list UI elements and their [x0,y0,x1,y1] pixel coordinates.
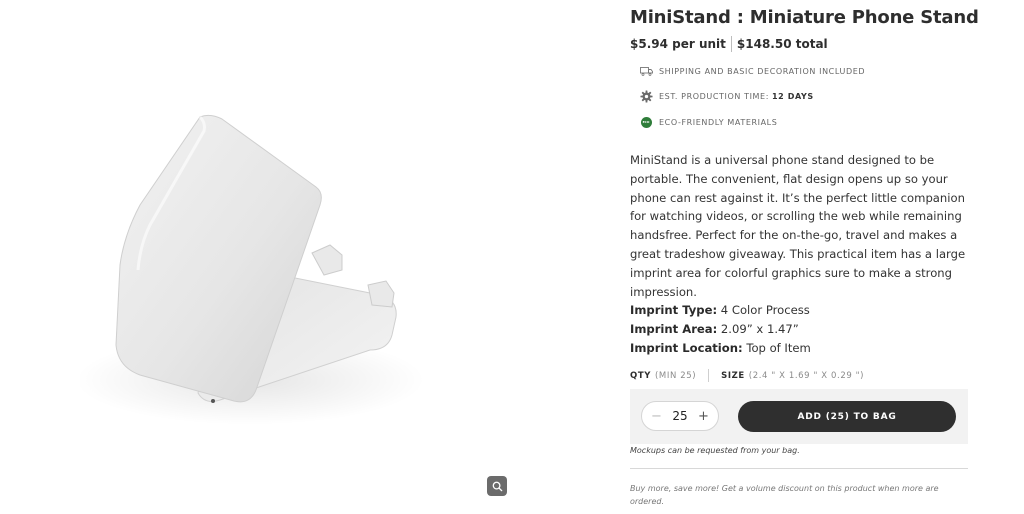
spec-label: Imprint Location: [630,340,743,355]
imprint-specs: Imprint Type: 4 Color Process Imprint Ar… [630,301,811,357]
spec-label: Imprint Area: [630,321,718,336]
bulk-discount-note: Buy more, save more! Get a volume discou… [630,484,939,506]
total-price: $148.50 total [736,37,828,51]
spec-imprint-location: Imprint Location: Top of Item [630,339,811,358]
quantity-stepper: − + [641,401,719,431]
magnifier-icon [492,481,502,491]
qty-label: QTY [630,370,651,381]
truck-icon [638,64,654,78]
spec-imprint-area: Imprint Area: 2.09” x 1.47” [630,320,811,339]
spec-value: 4 Color Process [720,303,810,317]
feature-eco-text: ECO-FRIENDLY MATERIALS [659,117,778,127]
decrease-quantity-button[interactable]: − [648,407,665,425]
product-description: MiniStand is a universal phone stand des… [630,151,968,301]
gear-icon [638,89,654,103]
feature-shipping-text: SHIPPING AND BASIC DECORATION INCLUDED [659,66,866,76]
spec-label: Imprint Type: [630,303,718,317]
qty-size-divider [708,369,710,382]
qty-min: (MIN 25) [654,370,697,381]
eco-badge: ECO [640,116,652,128]
size-label: SIZE [721,370,745,381]
spec-value: Top of Item [746,340,811,355]
add-to-bag-button[interactable]: ADD (25) TO BAG [738,401,956,432]
price-divider [730,36,732,52]
eco-badge-icon: ECO [638,115,654,129]
description-text: MiniStand is a universal phone stand des… [630,153,966,299]
qty-size-row: QTY (MIN 25) SIZE (2.4 " X 1.69 " X 0.29… [630,369,864,382]
feature-production-value: 12 DAYS [772,91,814,101]
mockup-note: Mockups can be requested from your bag. [630,446,800,455]
size-value: (2.4 " X 1.69 " X 0.29 ") [748,370,865,381]
increase-quantity-button[interactable]: + [695,407,712,425]
unit-price: $5.94 per unit [630,37,726,51]
feature-shipping: SHIPPING AND BASIC DECORATION INCLUDED [638,64,865,78]
price-row: $5.94 per unit $148.50 total [630,36,828,52]
feature-production-time: EST. PRODUCTION TIME: 12 DAYS [638,89,814,103]
product-image [80,114,425,425]
spec-imprint-type: Imprint Type: 4 Color Process [630,301,811,320]
order-box: − + ADD (25) TO BAG [630,389,968,444]
feature-production-text: EST. PRODUCTION TIME: [659,91,770,101]
feature-eco: ECO ECO-FRIENDLY MATERIALS [638,115,777,129]
divider [630,468,968,469]
spec-value: 2.09” x 1.47” [720,321,799,336]
quantity-input[interactable] [665,409,695,423]
product-title: MiniStand : Miniature Phone Stand [630,7,979,28]
zoom-button[interactable] [487,476,507,496]
product-gallery [0,0,520,514]
